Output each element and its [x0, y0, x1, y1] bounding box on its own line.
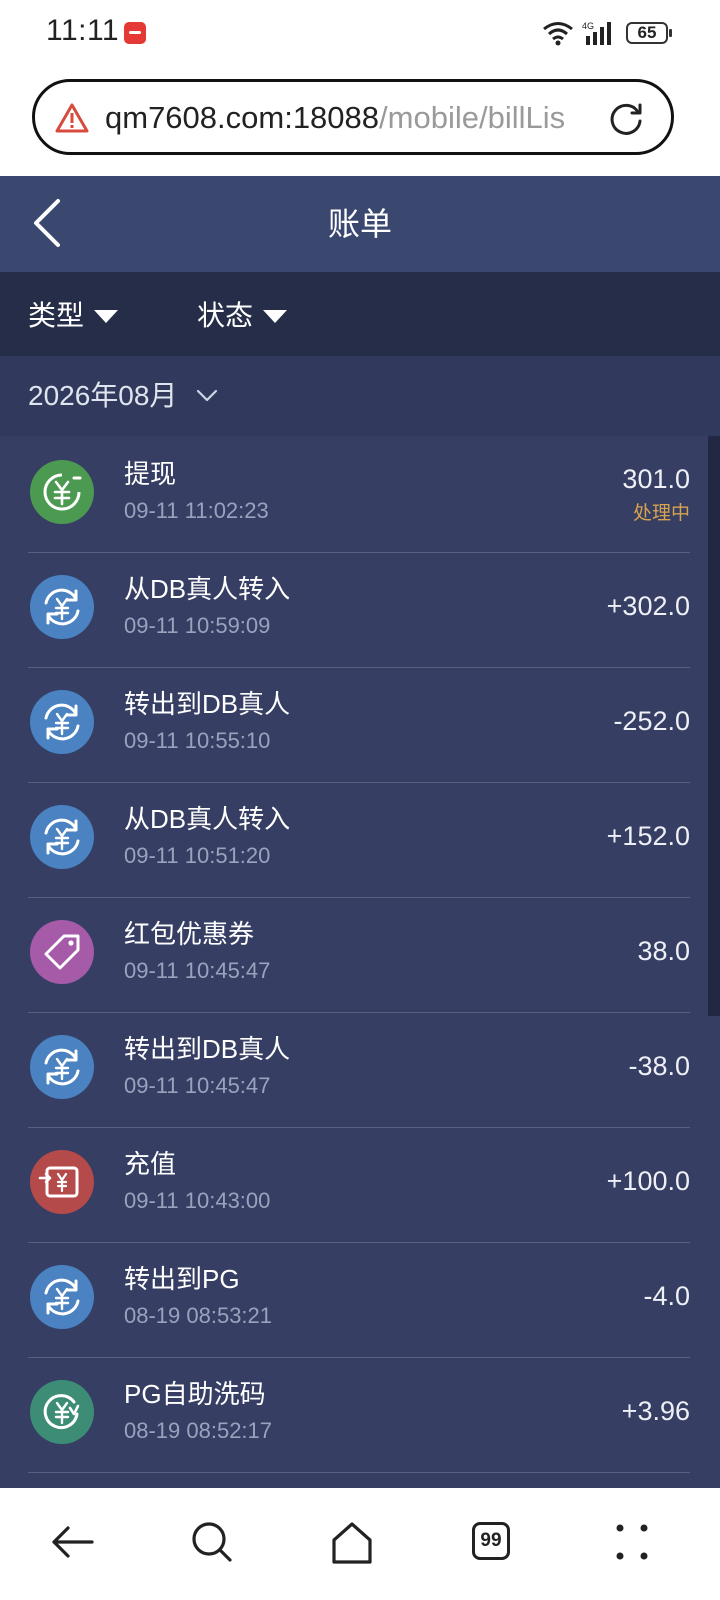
transfer-icon	[30, 575, 94, 639]
transfer-icon	[30, 805, 94, 869]
transaction-amount: 38.0	[637, 936, 690, 966]
transaction-title: 转出到DB真人	[124, 1034, 291, 1064]
transaction-time: 09-11 10:45:47	[124, 958, 271, 983]
transaction-status: 处理中	[632, 503, 690, 524]
reload-icon[interactable]	[607, 100, 645, 138]
transaction-amount: -4.0	[643, 1281, 690, 1311]
transaction-amount: +302.0	[606, 591, 690, 621]
nav-back-icon[interactable]	[48, 1518, 96, 1566]
transaction-title: 转出到PG	[124, 1264, 240, 1294]
coupon-tag-icon	[30, 920, 94, 984]
transfer-icon	[30, 1265, 94, 1329]
transaction-row[interactable]: 红包优惠券 09-11 10:45:47 38.0	[28, 896, 690, 1013]
tabs-button[interactable]: 99	[468, 1518, 516, 1566]
wifi-icon	[543, 22, 573, 46]
chevron-down-icon	[196, 389, 218, 402]
page-title: 账单	[327, 206, 392, 242]
transaction-title: PG自助洗码	[124, 1379, 266, 1409]
transaction-title: 从DB真人转入	[124, 804, 291, 834]
battery-icon: 65	[626, 22, 672, 44]
url-path: /mobile/billLis	[379, 100, 566, 135]
transaction-amount: +152.0	[606, 821, 690, 851]
caret-down-icon	[263, 309, 288, 323]
transaction-amount: -38.0	[628, 1051, 690, 1081]
status-bar: 11:11 4G 65	[0, 0, 720, 64]
browser-toolbar: qm7608.com:18088/mobile/billLis	[0, 64, 720, 176]
url-bar[interactable]: qm7608.com:18088/mobile/billLis	[32, 79, 674, 155]
tab-count-badge: 99	[472, 1522, 510, 1560]
transaction-row[interactable]: 转出到DB真人 09-11 10:55:10 -252.0	[28, 666, 690, 783]
menu-dots-icon[interactable]	[608, 1518, 656, 1566]
url-host: qm7608.com:18088	[105, 100, 380, 135]
status-filter-label: 状态	[197, 300, 254, 331]
transaction-row[interactable]: 充值 09-11 10:43:00 +100.0	[28, 1126, 690, 1243]
caret-down-icon	[94, 309, 119, 323]
deposit-icon	[30, 1150, 94, 1214]
transaction-time: 09-11 10:55:10	[124, 728, 271, 753]
home-icon[interactable]	[328, 1518, 376, 1566]
back-arrow-icon[interactable]	[30, 198, 66, 248]
transfer-icon	[30, 1035, 94, 1099]
transaction-title: 红包优惠券	[124, 919, 255, 949]
transaction-row[interactable]: 提现 09-11 11:02:23 301.0 处理中	[28, 436, 690, 553]
transaction-title: 从DB真人转入	[124, 574, 291, 604]
type-filter-label: 类型	[28, 300, 85, 331]
transaction-row[interactable]: PG自助洗码 08-19 08:52:17 +3.96	[28, 1356, 690, 1473]
transaction-time: 09-11 10:59:09	[124, 613, 271, 638]
network-type-label: 4G	[582, 21, 594, 31]
status-filter-dropdown[interactable]: 状态	[197, 272, 288, 356]
withdraw-icon	[30, 460, 94, 524]
month-selector[interactable]: 2026年08月	[0, 356, 720, 436]
signal-icon: 4G	[582, 21, 611, 45]
transaction-list[interactable]: 提现 09-11 11:02:23 301.0 处理中从DB真人转入 09-11 10:…	[0, 436, 720, 1488]
month-label: 2026年08月	[28, 380, 178, 411]
transaction-title: 充值	[124, 1149, 177, 1179]
transaction-amount: +3.96	[621, 1396, 690, 1426]
scrollbar[interactable]	[708, 436, 720, 1016]
status-indicators: 4G 65	[542, 18, 672, 48]
app-header: 账单	[0, 176, 720, 272]
status-time: 11:11	[46, 14, 120, 47]
search-icon[interactable]	[188, 1518, 236, 1566]
url-text[interactable]: qm7608.com:18088/mobile/billLis	[105, 98, 585, 138]
transaction-amount: +100.0	[606, 1166, 690, 1196]
transaction-time: 08-19 08:52:17	[124, 1418, 273, 1443]
transaction-time: 09-11 10:51:20	[124, 843, 271, 868]
transaction-row[interactable]: 转出到PG 08-19 08:53:21 -4.0	[28, 1241, 690, 1358]
rebate-icon	[30, 1380, 94, 1444]
transaction-time: 09-11 10:45:47	[124, 1073, 271, 1098]
transaction-title: 提现	[124, 459, 177, 489]
transaction-time: 09-11 11:02:23	[124, 498, 269, 523]
transaction-amount: 301.0	[622, 464, 690, 494]
transaction-time: 08-19 08:53:21	[124, 1303, 273, 1328]
warning-triangle-icon[interactable]	[55, 102, 89, 134]
transaction-row[interactable]: 从DB真人转入 09-11 10:59:09 +302.0	[28, 551, 690, 668]
browser-bottom-nav: 99	[0, 1488, 720, 1600]
filter-bar: 类型 状态	[0, 272, 720, 356]
transaction-row[interactable]: 转出到DB真人 09-11 10:45:47 -38.0	[28, 1011, 690, 1128]
transaction-amount: -252.0	[613, 706, 690, 736]
transaction-time: 09-11 10:43:00	[124, 1188, 271, 1213]
transaction-title: 转出到DB真人	[124, 689, 291, 719]
type-filter-dropdown[interactable]: 类型	[28, 272, 119, 356]
transaction-row[interactable]: 从DB真人转入 09-11 10:51:20 +152.0	[28, 781, 690, 898]
notification-app-icon	[124, 22, 146, 44]
transfer-icon	[30, 690, 94, 754]
